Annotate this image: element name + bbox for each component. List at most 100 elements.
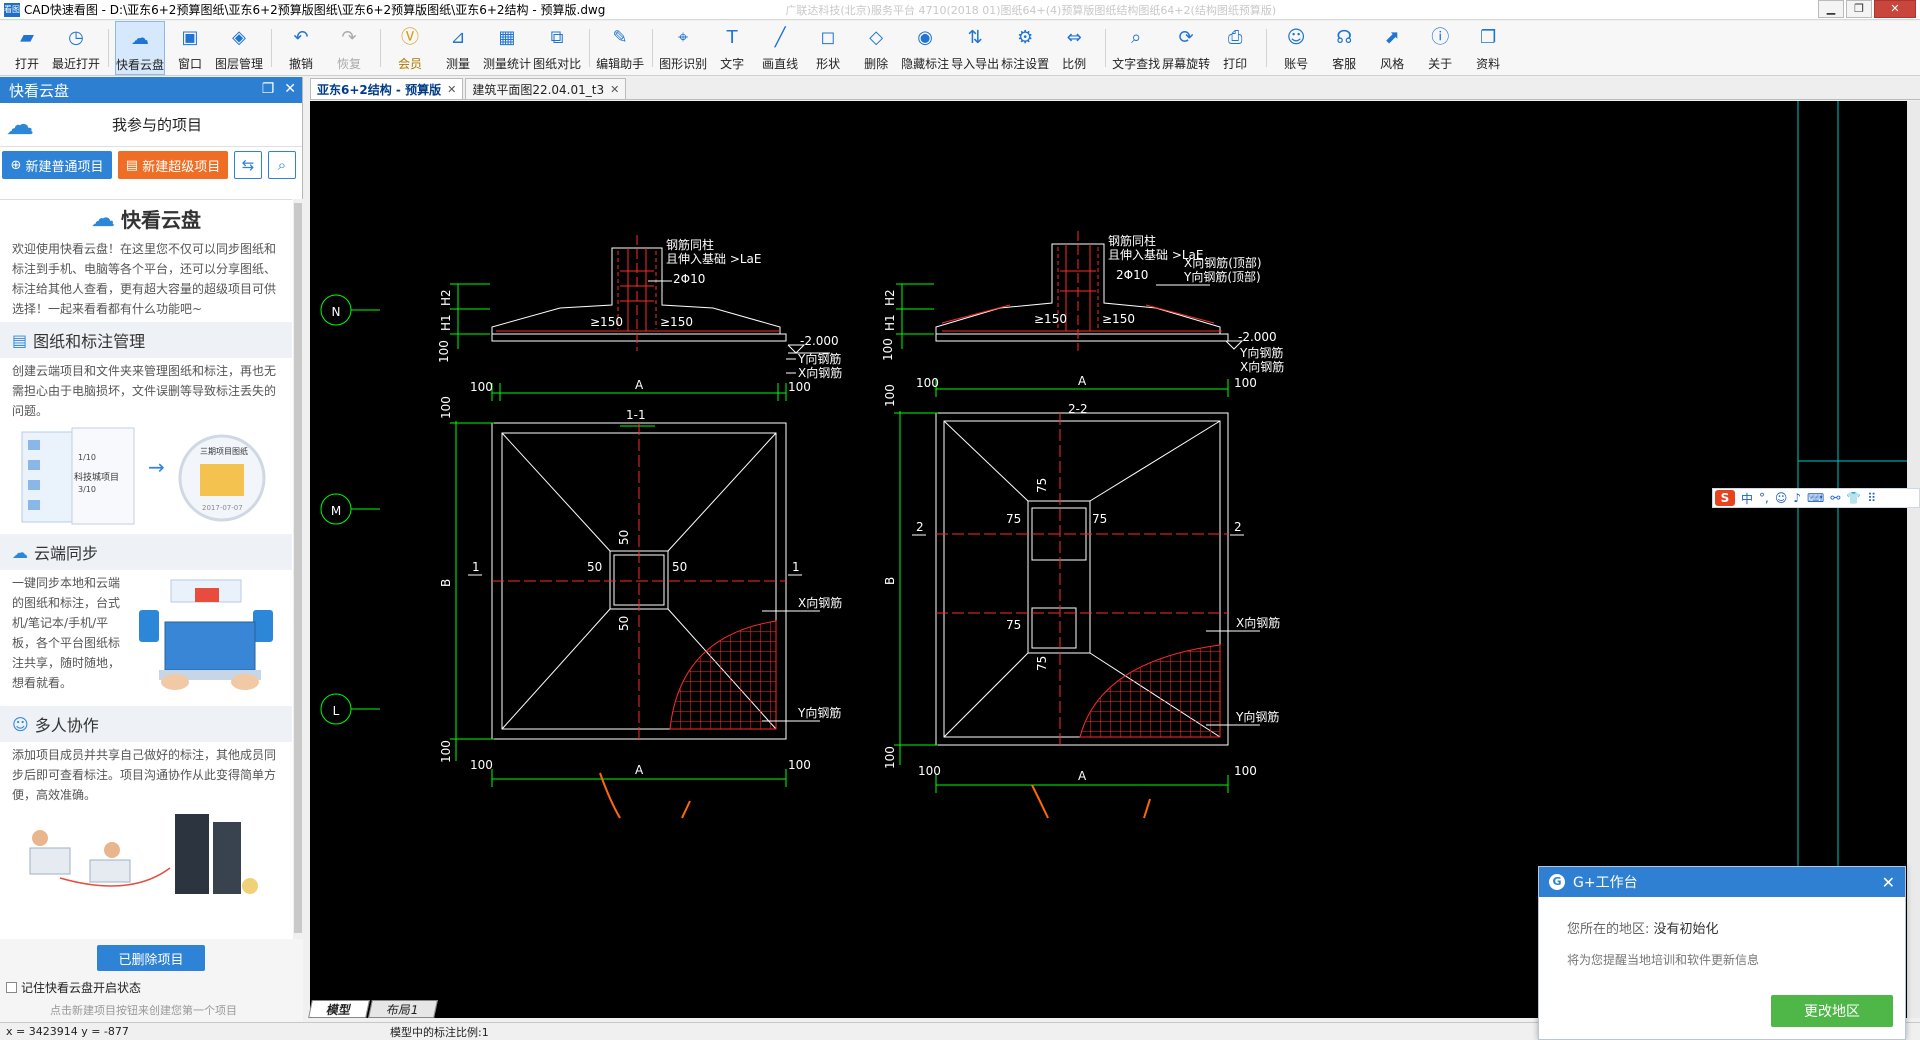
svg-text:100: 100 xyxy=(916,376,939,390)
toolbar-style-button[interactable]: ⬈ 风格 xyxy=(1369,21,1415,75)
toolbar-label: 客服 xyxy=(1332,57,1357,71)
project-title: 我参与的项目 xyxy=(112,116,203,134)
illus-date-e: 2017-07-07 xyxy=(202,504,243,512)
toolbar-account-button[interactable]: ☺ 账号 xyxy=(1273,21,1319,75)
ime-tools-icon[interactable]: ⚯ xyxy=(1830,491,1840,505)
svg-text:A: A xyxy=(635,378,644,392)
search-button[interactable]: ⌕ xyxy=(268,151,296,179)
toolbar-folder-open-button[interactable]: ▰ 打开 xyxy=(4,21,50,75)
layout-tabs: 模型 布局1 xyxy=(308,998,438,1018)
toolbar-text-button[interactable]: T 文字 xyxy=(709,21,755,75)
sogou-logo-icon[interactable]: S xyxy=(1715,490,1735,506)
annotation-settings-icon: ⚙ xyxy=(1017,27,1034,48)
svg-text:≥150: ≥150 xyxy=(590,315,623,329)
toolbar-print-button[interactable]: ⎙ 打印 xyxy=(1212,21,1258,75)
tab-model[interactable]: 模型 xyxy=(308,1000,370,1018)
ime-chinese-mode[interactable]: 中 xyxy=(1741,490,1753,507)
svg-text:H1: H1 xyxy=(883,314,897,331)
svg-text:B: B xyxy=(883,577,897,585)
toolbar-label: 打开 xyxy=(14,57,39,71)
toolbar-recent-button[interactable]: ◷ 最近打开 xyxy=(52,21,100,75)
checkbox-box[interactable] xyxy=(6,982,17,993)
ime-emoji-icon[interactable]: ☺ xyxy=(1775,491,1788,505)
team-icon: ☺ xyxy=(12,714,29,734)
canvas-vertical-scrollbar[interactable] xyxy=(1907,101,1920,1018)
toolbar-info-button[interactable]: ⓘ 关于 xyxy=(1417,21,1463,75)
svg-text:M: M xyxy=(331,504,341,518)
change-region-button[interactable]: 更改地区 xyxy=(1771,995,1893,1027)
tab-layout1[interactable]: 布局1 xyxy=(368,1000,438,1018)
toolbar-hide-annotation-button[interactable]: ◉ 隐藏标注 xyxy=(901,21,949,75)
toolbar-separator xyxy=(1266,29,1268,67)
toolbar-undo-button[interactable]: ↶ 撤销 xyxy=(278,21,324,75)
new-normal-project-button[interactable]: ⊕ 新建普通项目 xyxy=(2,151,112,179)
sync-button[interactable]: ⇆ xyxy=(234,151,262,179)
svg-text:A: A xyxy=(1078,374,1087,388)
scale-icon: ⇔ xyxy=(1066,27,1082,48)
toolbar-scale-button[interactable]: ⇔ 比例 xyxy=(1051,21,1097,75)
ime-skin-icon[interactable]: 👕 xyxy=(1846,491,1861,505)
svg-text:1-1: 1-1 xyxy=(626,408,646,422)
toolbar-annotation-settings-button[interactable]: ⚙ 标注设置 xyxy=(1001,21,1049,75)
ime-voice-icon[interactable]: ♪ xyxy=(1793,491,1801,505)
section-1-1: H2 H1 100 钢筋同柱 且伸入基础 >LaE 2Φ10 ≥150 ≥150… xyxy=(437,235,842,427)
toolbar-window-button[interactable]: ▣ 窗口 xyxy=(167,21,213,75)
toolbar-cloud-button[interactable]: ☁ 快看云盘 xyxy=(115,21,166,75)
remember-checkbox[interactable]: 记住快看云盘开启状态 xyxy=(6,979,141,996)
svg-text:≥150: ≥150 xyxy=(1102,312,1135,326)
close-button[interactable]: ✕ xyxy=(1874,0,1916,18)
redo-icon: ↷ xyxy=(341,27,357,48)
toolbar-edit-helper-button[interactable]: ✎ 编辑助手 xyxy=(596,21,644,75)
svg-text:Y向钢筋(顶部): Y向钢筋(顶部) xyxy=(1183,269,1261,284)
sidebar-scrollbar[interactable] xyxy=(293,199,303,939)
toolbar-text-search-button[interactable]: ⌕ 文字查找 xyxy=(1112,21,1160,75)
ime-keyboard-icon[interactable]: ⌨ xyxy=(1807,491,1824,505)
toolbar-line-button[interactable]: ╱ 画直线 xyxy=(757,21,803,75)
maximize-button[interactable]: ❐ xyxy=(1846,0,1872,18)
toolbar-measure-stats-button[interactable]: ▦ 测量统计 xyxy=(483,21,531,75)
deleted-projects-button[interactable]: 已删除项目 xyxy=(97,945,205,971)
toolbar-headset-button[interactable]: ☊ 客服 xyxy=(1321,21,1367,75)
toolbar-vip-button[interactable]: Ⓥ 会员 xyxy=(387,21,433,75)
close-tab-icon[interactable]: ✕ xyxy=(610,83,619,96)
tab-floor-plan[interactable]: 建筑平面图22.04.01_t3 ✕ xyxy=(465,78,627,99)
toolbar-docs-button[interactable]: ❐ 资料 xyxy=(1465,21,1511,75)
toolbar-measure-button[interactable]: ⊿ 测量 xyxy=(435,21,481,75)
ime-punctuation-icon[interactable]: °, xyxy=(1759,491,1769,505)
toolbar-layers-button[interactable]: ◈ 图层管理 xyxy=(215,21,263,75)
restore-panel-icon[interactable]: ❐ xyxy=(262,81,275,97)
layers-icon: ◈ xyxy=(232,27,246,48)
toolbar-shape-button[interactable]: ◻ 形状 xyxy=(805,21,851,75)
toolbar-label: 文字查找 xyxy=(1112,57,1161,71)
svg-text:100: 100 xyxy=(470,758,493,772)
app-logo-icon: 看图 xyxy=(4,2,20,17)
close-tab-icon[interactable]: ✕ xyxy=(447,83,456,96)
toolbar-label: 图纸对比 xyxy=(533,57,582,71)
svg-text:1: 1 xyxy=(472,560,480,574)
toolbar-redo-button[interactable]: ↷ 恢复 xyxy=(326,21,372,75)
new-super-project-button[interactable]: ▤ 新建超级项目 xyxy=(118,151,228,179)
document-tabs: 亚东6+2结构 - 预算版 ✕ 建筑平面图22.04.01_t3 ✕ xyxy=(310,78,1920,100)
toolbar-rotate-screen-button[interactable]: ⟳ 屏幕旋转 xyxy=(1162,21,1210,75)
cloud-logo-icon: ☁ xyxy=(91,204,115,232)
cloud-icon: ☁ xyxy=(6,108,34,141)
svg-text:75: 75 xyxy=(1006,512,1021,526)
toolbar-compare-button[interactable]: ⧉ 图纸对比 xyxy=(533,21,581,75)
intro-panel: ☁ 快看云盘 欢迎使用快看云盘！在这里您不仅可以同步图纸和标注到手机、电脑等各个平… xyxy=(0,199,292,939)
toolbar-separator xyxy=(380,29,382,67)
close-panel-icon[interactable]: ✕ xyxy=(284,81,296,97)
toolbar-eraser-button[interactable]: ◇ 删除 xyxy=(853,21,899,75)
svg-text:2: 2 xyxy=(916,520,924,534)
tab-structure[interactable]: 亚东6+2结构 - 预算版 ✕ xyxy=(310,78,464,99)
ime-menu-icon[interactable]: ⠿ xyxy=(1867,491,1876,505)
close-popup-icon[interactable]: ✕ xyxy=(1882,873,1895,892)
toolbar-label: 资料 xyxy=(1476,57,1501,71)
toolbar-shape-recognition-button[interactable]: ⌖ 图形识别 xyxy=(659,21,707,75)
toolbar-import-export-button[interactable]: ⇅ 导入导出 xyxy=(951,21,999,75)
toolbar-label: 最近打开 xyxy=(52,57,101,71)
drawings-illustration: 1/10 科技城项目 3/10 → 三期项目图纸 2017-07-07 xyxy=(0,424,292,534)
svg-text:≥150: ≥150 xyxy=(1034,312,1067,326)
svg-text:钢筋同柱: 钢筋同柱 xyxy=(666,237,714,252)
minimize-button[interactable]: ▁ xyxy=(1818,0,1844,18)
main-toolbar: ▰ 打开 ◷ 最近打开 ☁ 快看云盘 ▣ 窗口 ◈ 图层管理 ↶ 撤销 ↷ 恢复 Ⓥ 会员 ⊿ 测量 ▦ 测量统计 ⧉ 图… xyxy=(0,21,1920,76)
